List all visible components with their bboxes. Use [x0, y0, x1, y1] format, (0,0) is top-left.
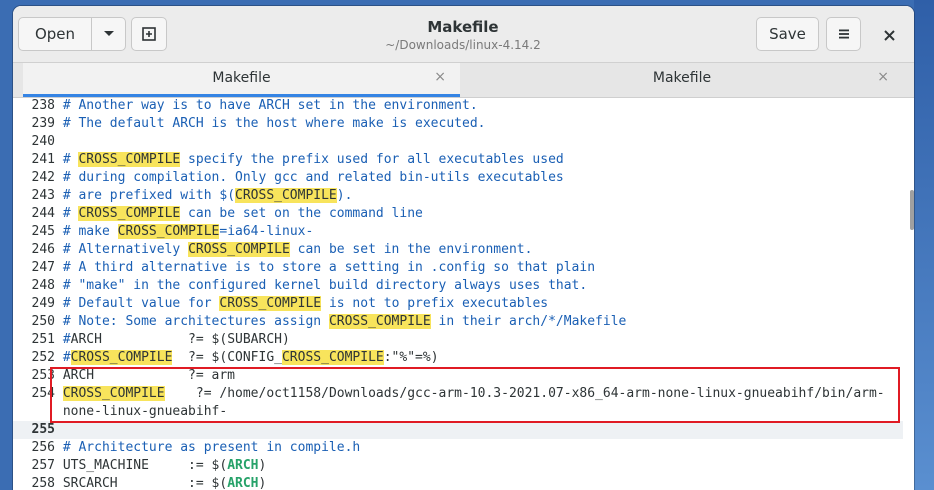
- line-number: 238: [31, 98, 55, 113]
- line-number: 251: [31, 332, 55, 347]
- line-number: 248: [31, 278, 55, 293]
- open-menu-button[interactable]: [91, 17, 126, 51]
- code-line[interactable]: 257 UTS_MACHINE := $(ARCH): [13, 457, 903, 475]
- line-text: # make CROSS_COMPILE=ia64-linux-: [62, 224, 314, 239]
- header-bar: Open Makefile ~/Downloads/linux-4.14.2 S…: [13, 6, 914, 63]
- line-number: 250: [31, 314, 55, 329]
- search-match: CROSS_COMPILE: [117, 224, 220, 239]
- search-match: CROSS_COMPILE: [188, 242, 290, 257]
- line-text: # CROSS_COMPILE specify the prefix used …: [62, 152, 564, 167]
- new-document-button[interactable]: [131, 17, 167, 51]
- code-line[interactable]: 249 # Default value for CROSS_COMPILE is…: [13, 295, 903, 313]
- save-button[interactable]: Save: [756, 17, 819, 51]
- line-text: # are prefixed with $(CROSS_COMPILE).: [62, 188, 353, 203]
- window-title: Makefile: [427, 18, 499, 36]
- search-match: CROSS_COMPILE: [328, 314, 431, 329]
- desktop-background: [914, 0, 934, 490]
- close-icon: [883, 29, 895, 41]
- window-close-button[interactable]: [871, 18, 907, 52]
- code-line[interactable]: 245 # make CROSS_COMPILE=ia64-linux-: [13, 223, 903, 241]
- line-text: #ARCH ?= $(SUBARCH): [62, 332, 290, 347]
- line-text: # Another way is to have ARCH set in the…: [62, 98, 478, 113]
- line-number: 257: [31, 458, 55, 473]
- line-number: 256: [31, 440, 55, 455]
- code-line[interactable]: 258 SRCARCH := $(ARCH): [13, 475, 903, 490]
- main-menu-button[interactable]: [826, 17, 861, 51]
- line-number: 244: [31, 206, 55, 221]
- tab-makefile-1[interactable]: Makefile ×: [23, 63, 460, 97]
- line-text: # Default value for CROSS_COMPILE is not…: [62, 296, 549, 311]
- open-button-label: Open: [34, 25, 76, 43]
- line-number: 245: [31, 224, 55, 239]
- search-match: CROSS_COMPILE: [70, 350, 173, 365]
- tab-label: Makefile: [212, 70, 271, 86]
- line-text: # Architecture as present in compile.h: [62, 440, 361, 455]
- line-text: # CROSS_COMPILE can be set on the comman…: [62, 206, 423, 221]
- tab-bar: Makefile × Makefile ×: [13, 63, 914, 98]
- code-line[interactable]: 243 # are prefixed with $(CROSS_COMPILE)…: [13, 187, 903, 205]
- new-document-icon: [142, 27, 156, 41]
- window-subtitle: ~/Downloads/linux-4.14.2: [385, 38, 541, 52]
- code-line[interactable]: 239 # The default ARCH is the host where…: [13, 115, 903, 133]
- line-number: 240: [31, 134, 55, 149]
- search-match: CROSS_COMPILE: [78, 152, 181, 167]
- hamburger-icon: [838, 29, 849, 39]
- line-text: [55, 422, 63, 437]
- tab-close-icon[interactable]: ×: [877, 69, 889, 85]
- chevron-down-icon: [103, 31, 114, 36]
- code-line[interactable]: 244 # CROSS_COMPILE can be set on the co…: [13, 205, 903, 223]
- search-match: CROSS_COMPILE: [78, 206, 181, 221]
- line-text: # "make" in the configured kernel build …: [62, 278, 588, 293]
- code-line[interactable]: 238 # Another way is to have ARCH set in…: [13, 97, 903, 115]
- line-text: # The default ARCH is the host where mak…: [62, 116, 486, 131]
- line-number: 242: [31, 170, 55, 185]
- line-text: # during compilation. Only gcc and relat…: [62, 170, 564, 185]
- code-line[interactable]: 246 # Alternatively CROSS_COMPILE can be…: [13, 241, 903, 259]
- code-line[interactable]: 240: [13, 133, 903, 151]
- line-text: [55, 134, 63, 149]
- annotation-box: [50, 367, 900, 423]
- save-button-label: Save: [769, 25, 806, 43]
- code-line[interactable]: 251 #ARCH ?= $(SUBARCH): [13, 331, 903, 349]
- code-line[interactable]: 248 # "make" in the configured kernel bu…: [13, 277, 903, 295]
- line-number: 255: [31, 422, 55, 437]
- variable-ref: ARCH: [227, 458, 259, 473]
- code-line[interactable]: 247 # A third alternative is to store a …: [13, 259, 903, 277]
- tab-makefile-2[interactable]: Makefile ×: [461, 63, 903, 97]
- open-button[interactable]: Open: [18, 17, 92, 51]
- line-number: 243: [31, 188, 55, 203]
- line-text: #CROSS_COMPILE ?= $(CONFIG_CROSS_COMPILE…: [62, 350, 439, 365]
- line-text: SRCARCH := $(ARCH): [55, 476, 267, 490]
- tab-label: Makefile: [652, 70, 712, 86]
- gedit-window: Open Makefile ~/Downloads/linux-4.14.2 S…: [13, 6, 914, 490]
- line-text: # Alternatively CROSS_COMPILE can be set…: [62, 242, 533, 257]
- tab-close-icon[interactable]: ×: [434, 69, 446, 85]
- code-line[interactable]: 250 # Note: Some architectures assign CR…: [13, 313, 903, 331]
- line-number: 241: [31, 152, 55, 167]
- variable-ref: ARCH: [227, 476, 259, 490]
- line-text: # A third alternative is to store a sett…: [62, 260, 596, 275]
- search-match: CROSS_COMPILE: [235, 188, 337, 203]
- search-match: CROSS_COMPILE: [219, 296, 322, 311]
- line-text: # Note: Some architectures assign CROSS_…: [62, 314, 627, 329]
- scrollbar-thumb[interactable]: [910, 190, 914, 230]
- line-number: 258: [31, 476, 55, 490]
- code-line[interactable]: 255: [13, 421, 903, 439]
- line-number: 246: [31, 242, 55, 257]
- line-number: 253: [31, 368, 55, 383]
- search-match: CROSS_COMPILE: [281, 350, 384, 365]
- line-number: 254: [31, 386, 55, 401]
- code-line[interactable]: 252 #CROSS_COMPILE ?= $(CONFIG_CROSS_COM…: [13, 349, 903, 367]
- code-line[interactable]: 241 # CROSS_COMPILE specify the prefix u…: [13, 151, 903, 169]
- code-line[interactable]: 242 # during compilation. Only gcc and r…: [13, 169, 903, 187]
- line-number: 252: [31, 350, 55, 365]
- text-editor[interactable]: 238 # Another way is to have ARCH set in…: [13, 98, 914, 490]
- line-number: 247: [31, 260, 55, 275]
- line-number: 249: [31, 296, 55, 311]
- line-text: UTS_MACHINE := $(ARCH): [55, 458, 267, 473]
- line-number: 239: [31, 116, 55, 131]
- code-line[interactable]: 256 # Architecture as present in compile…: [13, 439, 903, 457]
